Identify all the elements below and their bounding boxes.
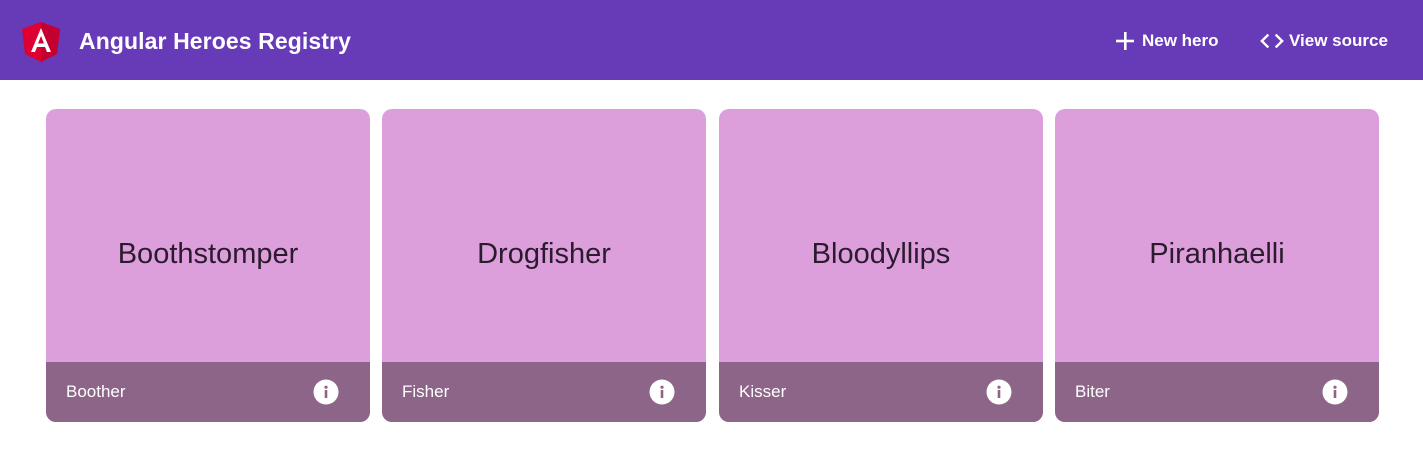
angular-logo-icon [22, 22, 60, 62]
hero-card-footer: Biter [1055, 362, 1379, 422]
new-hero-button[interactable]: New hero [1113, 28, 1219, 54]
hero-card-footer: Boother [46, 362, 370, 422]
info-icon[interactable] [313, 379, 339, 405]
hero-card[interactable]: Boothstomper Boother [46, 109, 370, 422]
code-icon [1260, 29, 1284, 53]
hero-card-footer: Fisher [382, 362, 706, 422]
hero-card-footer: Kisser [719, 362, 1043, 422]
hero-card[interactable]: Bloodyllips Kisser [719, 109, 1043, 422]
info-icon[interactable] [649, 379, 675, 405]
hero-power: Kisser [739, 382, 787, 401]
hero-name: Bloodyllips [811, 238, 951, 270]
info-icon[interactable] [1322, 379, 1348, 405]
hero-power: Biter [1075, 382, 1110, 401]
hero-name: Piranhaelli [1149, 238, 1285, 270]
hero-card[interactable]: Piranhaelli Biter [1055, 109, 1379, 422]
app-toolbar: Angular Heroes Registry New hero View so… [0, 0, 1423, 80]
view-source-label: View source [1289, 31, 1388, 50]
hero-name: Boothstomper [117, 238, 299, 270]
info-icon[interactable] [986, 379, 1012, 405]
plus-icon [1113, 29, 1137, 53]
hero-power: Fisher [402, 382, 450, 401]
app-title: Angular Heroes Registry [79, 28, 351, 54]
view-source-button[interactable]: View source [1260, 28, 1388, 54]
new-hero-label: New hero [1142, 31, 1219, 50]
hero-name: Drogfisher [477, 238, 611, 270]
hero-card[interactable]: Drogfisher Fisher [382, 109, 706, 422]
hero-power: Boother [66, 382, 126, 401]
